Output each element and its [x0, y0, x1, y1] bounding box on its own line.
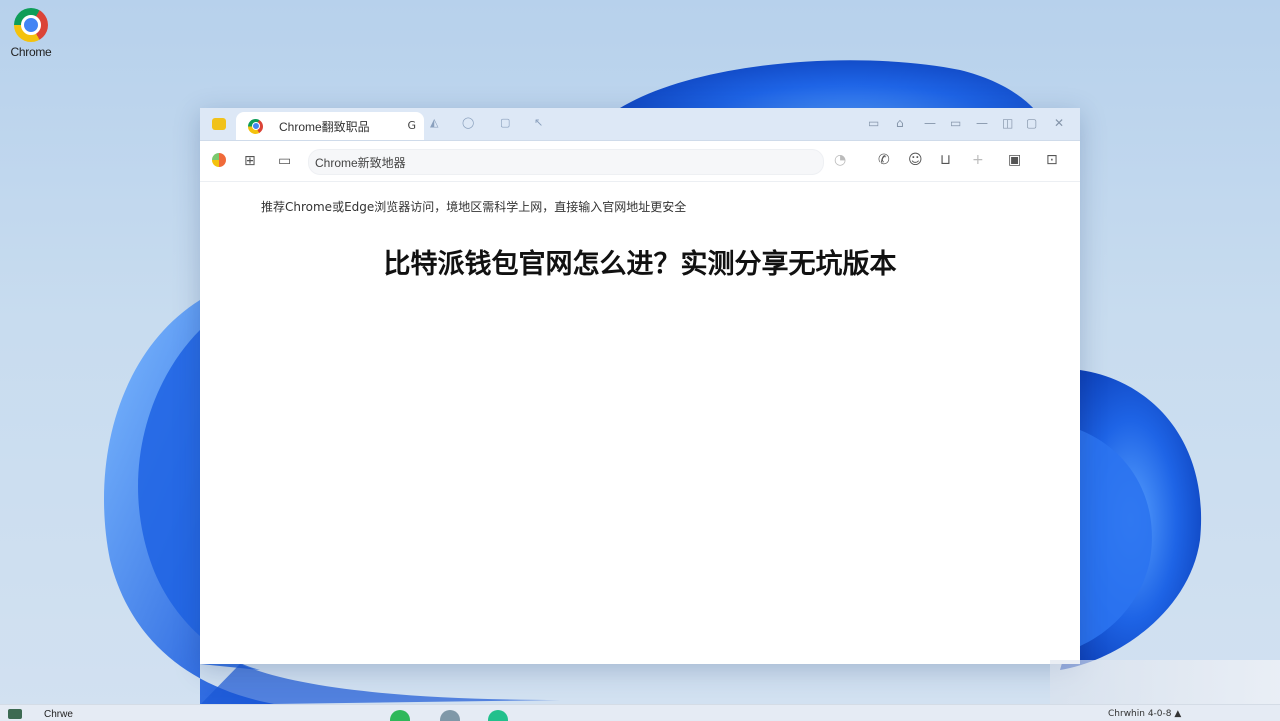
taskbar-chrome-icon[interactable]: [488, 710, 508, 721]
tab-title: Chrome翻致职品: [279, 119, 370, 134]
browser-toolbar: ⊞ ▭ Chrome新致地器 ◔ ✆ ☺ ⊔ + ▣ ⊡: [200, 141, 1080, 182]
page-headline: 比特派钱包官网怎么进？实测分享无坑版本: [383, 249, 897, 280]
tab-close-icon[interactable]: G: [407, 119, 416, 132]
menu-icon[interactable]: ⊡: [1046, 152, 1058, 168]
bag-icon[interactable]: ⊔: [940, 152, 951, 168]
profile-icon[interactable]: [212, 153, 226, 167]
new-tab-icon[interactable]: ▢: [500, 116, 510, 129]
reload-icon[interactable]: ◔: [834, 152, 846, 168]
address-bar-text: Chrome新致地器: [315, 156, 406, 170]
system-tray[interactable]: Chrwhin 4-0-8 ▲: [1108, 709, 1181, 719]
split-icon[interactable]: ▭: [950, 116, 961, 130]
blurred-area: [1050, 660, 1280, 704]
bookmark-icon[interactable]: ▭: [278, 153, 291, 169]
taskbar-explorer-icon[interactable]: [440, 710, 460, 721]
chrome-icon: [14, 8, 48, 42]
taskbar-app-icon[interactable]: [390, 710, 410, 721]
restore-icon[interactable]: ◫: [1002, 116, 1013, 130]
maximize-icon[interactable]: ▢: [1026, 116, 1037, 130]
taskbar: Chrwe Chrwhin 4-0-8 ▲: [0, 704, 1280, 721]
cast-icon[interactable]: ▭: [868, 116, 879, 130]
minimize-icon[interactable]: —: [976, 116, 988, 130]
workspace-icon[interactable]: [212, 118, 226, 130]
taskbar-app-label[interactable]: Chrwe: [44, 709, 73, 720]
home-icon[interactable]: ⌂: [896, 116, 904, 130]
sidebar-icon[interactable]: ▣: [1008, 152, 1021, 168]
tab-active[interactable]: Chrome翻致职品 G: [236, 112, 424, 140]
address-bar[interactable]: Chrome新致地器: [308, 149, 824, 175]
pin-icon[interactable]: ↖: [534, 116, 543, 129]
tab-group-icon[interactable]: ◭: [430, 116, 438, 129]
notice-text: 推荐Chrome或Edge浏览器访问，境地区需科学上网，直接输入官网地址更安全: [261, 200, 687, 214]
desktop-chrome-shortcut[interactable]: Chrome: [8, 8, 54, 59]
grid-icon[interactable]: ⊞: [244, 153, 256, 169]
page-content: 推荐Chrome或Edge浏览器访问，境地区需科学上网，直接输入官网地址更安全 …: [200, 182, 1080, 665]
browser-window: Chrome翻致职品 G ◭ ◯ ▢ ↖ ▭ ⌂ — ▭ — ◫ ▢ ✕ ⊞ ▭…: [200, 108, 1080, 664]
chrome-favicon-icon: [248, 118, 263, 134]
collapse-icon[interactable]: —: [924, 116, 936, 130]
tab-strip: Chrome翻致职品 G ◭ ◯ ▢ ↖ ▭ ⌂ — ▭ — ◫ ▢ ✕: [200, 108, 1080, 141]
plus-icon[interactable]: +: [972, 152, 984, 168]
shield-tab-icon[interactable]: ◯: [462, 116, 474, 129]
phone-icon[interactable]: ✆: [878, 152, 890, 168]
desktop-icon-label: Chrome: [10, 45, 52, 59]
emoji-icon[interactable]: ☺: [908, 152, 923, 168]
close-icon[interactable]: ✕: [1054, 116, 1064, 130]
start-icon[interactable]: [8, 709, 22, 719]
